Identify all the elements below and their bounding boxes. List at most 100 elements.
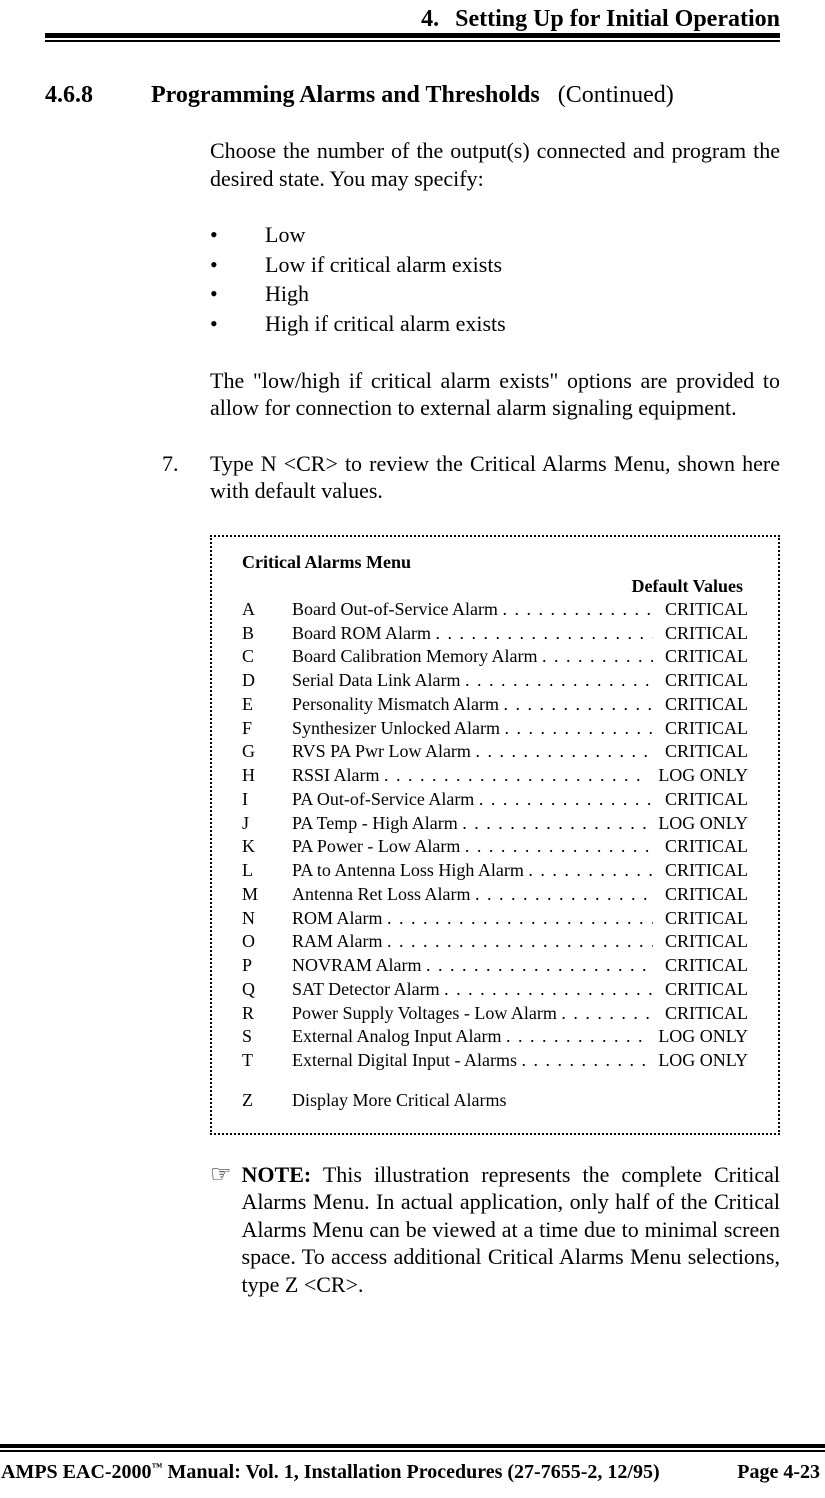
critical-alarms-menu-box: Critical Alarms Menu Default Values ABoa… (210, 535, 780, 1135)
footer-product: AMPS EAC-2000 (1, 1461, 152, 1483)
menu-item-dots (561, 1002, 653, 1026)
menu-item-label: PA Temp - High Alarm (292, 812, 462, 836)
menu-item-value: CRITICAL (653, 693, 748, 717)
menu-item-label: Synthesizer Unlocked Alarm (292, 717, 504, 741)
menu-item-value: CRITICAL (653, 907, 748, 931)
menu-item-letter: T (242, 1049, 292, 1073)
menu-item-row: QSAT Detector Alarm CRITICAL (242, 978, 748, 1002)
menu-item-dots (426, 954, 653, 978)
menu-item-label: NOVRAM Alarm (292, 954, 426, 978)
menu-item-label: Antenna Ret Loss Alarm (292, 883, 475, 907)
menu-item-label: RSSI Alarm (292, 764, 384, 788)
footer-left: AMPS EAC-2000™ Manual: Vol. 1, Installat… (1, 1461, 660, 1484)
menu-title: Critical Alarms Menu (242, 551, 748, 574)
menu-item-row: MAntenna Ret Loss Alarm CRITICAL (242, 883, 748, 907)
note-text: NOTE: This illustration represents the c… (242, 1161, 780, 1299)
menu-item-value: CRITICAL (653, 859, 748, 883)
pointing-hand-icon: ☞ (210, 1163, 242, 1299)
menu-item-row: LPA to Antenna Loss High Alarm CRITICAL (242, 859, 748, 883)
menu-item-row: BBoard ROM Alarm CRITICAL (242, 622, 748, 646)
menu-item-dots (465, 669, 653, 693)
trademark-symbol: ™ (152, 1461, 163, 1473)
menu-item-row: HRSSI Alarm LOG ONLY (242, 764, 748, 788)
menu-items: ABoard Out-of-Service Alarm CRITICAL BBoa… (242, 598, 748, 1073)
section-heading: 4.6.8 Programming Alarms and Thresholds … (45, 82, 780, 109)
menu-item-label: RVS PA Pwr Low Alarm (292, 740, 475, 764)
menu-item-value: CRITICAL (653, 835, 748, 859)
footer: AMPS EAC-2000™ Manual: Vol. 1, Installat… (0, 1461, 825, 1484)
menu-item-dots (504, 717, 653, 741)
menu-item-row: PNOVRAM Alarm CRITICAL (242, 954, 748, 978)
chapter-header: 4. Setting Up for Initial Operation (45, 0, 780, 33)
intro-paragraph: Choose the number of the output(s) conne… (210, 137, 780, 192)
menu-item-dots (528, 859, 653, 883)
note-label: NOTE: (242, 1162, 312, 1187)
menu-item-dots (436, 622, 654, 646)
menu-item-dots (387, 907, 653, 931)
chapter-title: Setting Up for Initial Operation (455, 6, 780, 32)
menu-item-value: LOG ONLY (646, 1049, 748, 1073)
document-page: 4. Setting Up for Initial Operation 4.6.… (0, 0, 825, 1498)
menu-item-value: CRITICAL (653, 978, 748, 1002)
footer-rule (0, 1444, 825, 1452)
menu-item-letter: K (242, 835, 292, 859)
bullet-item: Low (210, 220, 780, 250)
note-command: Z <CR> (285, 1272, 358, 1297)
menu-item-dots (521, 1049, 646, 1073)
bullet-item: High if critical alarm exists (210, 309, 780, 339)
menu-item-dots (444, 978, 653, 1002)
header-rule (45, 33, 780, 42)
menu-item-letter: F (242, 717, 292, 741)
menu-item-label: Personality Mismatch Alarm (292, 693, 503, 717)
menu-item-label: Serial Data Link Alarm (292, 669, 465, 693)
note-body-b: . (358, 1272, 364, 1297)
menu-item-row: CBoard Calibration Memory Alarm CRITICAL (242, 645, 748, 669)
menu-item-row: FSynthesizer Unlocked Alarm CRITICAL (242, 717, 748, 741)
menu-item-dots (387, 930, 653, 954)
menu-item-letter: D (242, 669, 292, 693)
menu-item-letter: P (242, 954, 292, 978)
menu-item-value: LOG ONLY (646, 812, 748, 836)
menu-item-letter: Q (242, 978, 292, 1002)
menu-item-label: SAT Detector Alarm (292, 978, 444, 1002)
footer-page-number: Page 4-23 (737, 1461, 820, 1484)
step-7: 7.Type N <CR> to review the Critical Ala… (162, 450, 780, 505)
footer-manual-info: Manual: Vol. 1, Installation Procedures … (163, 1461, 660, 1483)
menu-item-letter: S (242, 1025, 292, 1049)
menu-item-dots (465, 835, 653, 859)
menu-item-letter: L (242, 859, 292, 883)
menu-more-row: Z Display More Critical Alarms (242, 1089, 748, 1113)
menu-item-dots (462, 812, 646, 836)
bullet-list: Low Low if critical alarm exists High Hi… (210, 220, 780, 339)
menu-item-row: IPA Out-of-Service Alarm CRITICAL (242, 788, 748, 812)
menu-item-value: CRITICAL (653, 1002, 748, 1026)
menu-item-label: PA to Antenna Loss High Alarm (292, 859, 528, 883)
menu-item-letter: J (242, 812, 292, 836)
menu-item-value: CRITICAL (653, 740, 748, 764)
chapter-number: 4. (421, 6, 439, 32)
menu-item-row: ORAM Alarm CRITICAL (242, 930, 748, 954)
step-text-pre: Type (210, 451, 261, 476)
menu-item-letter: I (242, 788, 292, 812)
menu-item-label: Board Calibration Memory Alarm (292, 645, 542, 669)
menu-item-row: RPower Supply Voltages - Low Alarm CRITI… (242, 1002, 748, 1026)
menu-item-letter: H (242, 764, 292, 788)
menu-item-dots (475, 740, 653, 764)
menu-item-value: CRITICAL (653, 717, 748, 741)
menu-item-letter: M (242, 883, 292, 907)
menu-item-letter: A (242, 598, 292, 622)
section-title: Programming Alarms and Thresholds (151, 82, 540, 108)
menu-item-dots (384, 764, 646, 788)
menu-item-label: External Analog Input Alarm (292, 1025, 506, 1049)
menu-item-letter: C (242, 645, 292, 669)
menu-item-row: KPA Power - Low Alarm CRITICAL (242, 835, 748, 859)
menu-item-letter: G (242, 740, 292, 764)
menu-item-value: CRITICAL (653, 883, 748, 907)
menu-item-dots (502, 598, 653, 622)
menu-item-value: CRITICAL (653, 954, 748, 978)
menu-item-label: Power Supply Voltages - Low Alarm (292, 1002, 561, 1026)
menu-item-letter: O (242, 930, 292, 954)
menu-item-label: Board ROM Alarm (292, 622, 436, 646)
menu-item-dots (503, 693, 653, 717)
menu-item-label: Board Out-of-Service Alarm (292, 598, 502, 622)
